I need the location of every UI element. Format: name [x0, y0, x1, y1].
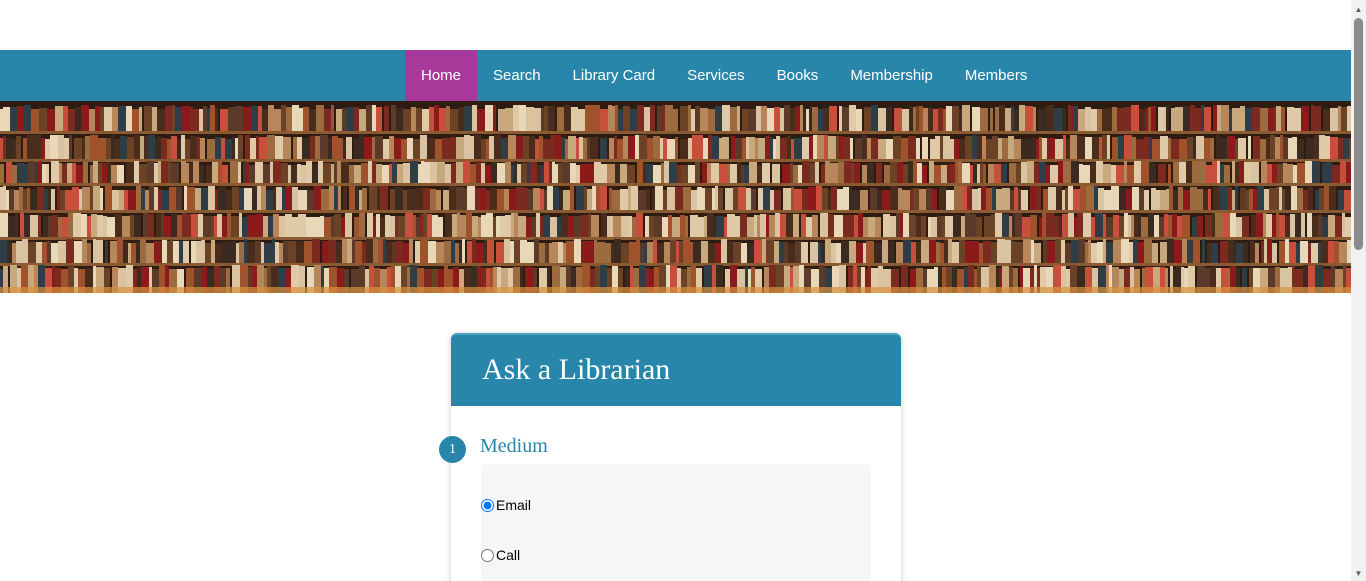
nav-list: Home Search Library Card Services Books … [405, 50, 1043, 101]
call-radio-label: Call [496, 547, 521, 563]
hero-banner-bookshelves [0, 101, 1351, 293]
card-title: Ask a Librarian [482, 353, 671, 386]
email-radio-label: Email [496, 497, 532, 513]
card-header: Ask a Librarian [451, 333, 901, 406]
page: Home Search Library Card Services Books … [0, 0, 1351, 581]
scrollbar-thumb[interactable] [1354, 18, 1363, 250]
nav-item-search[interactable]: Search [477, 50, 557, 101]
medium-options-box [481, 464, 871, 581]
nav-item-library-card[interactable]: Library Card [557, 50, 672, 101]
step-number-badge: 1 [439, 436, 466, 463]
ask-librarian-card: Ask a Librarian 1 Medium Email Call [439, 333, 901, 581]
nav-item-home[interactable]: Home [405, 50, 478, 101]
scroll-down-arrow-icon[interactable]: ▼ [1351, 566, 1366, 580]
section-title-medium: Medium [480, 435, 548, 457]
vertical-scrollbar[interactable]: ▲ ▼ [1351, 0, 1366, 581]
radio-option-email[interactable]: Email [481, 497, 531, 513]
nav-item-membership[interactable]: Membership [834, 50, 949, 101]
nav-item-services[interactable]: Services [671, 50, 761, 101]
radio-option-call[interactable]: Call [481, 547, 520, 563]
nav-item-books[interactable]: Books [761, 50, 835, 101]
main-navbar: Home Search Library Card Services Books … [0, 50, 1351, 101]
nav-item-members[interactable]: Members [949, 50, 1044, 101]
scroll-up-arrow-icon[interactable]: ▲ [1351, 2, 1366, 16]
email-radio[interactable] [481, 498, 494, 512]
bookshelves-image [0, 101, 1351, 293]
call-radio[interactable] [481, 548, 494, 562]
